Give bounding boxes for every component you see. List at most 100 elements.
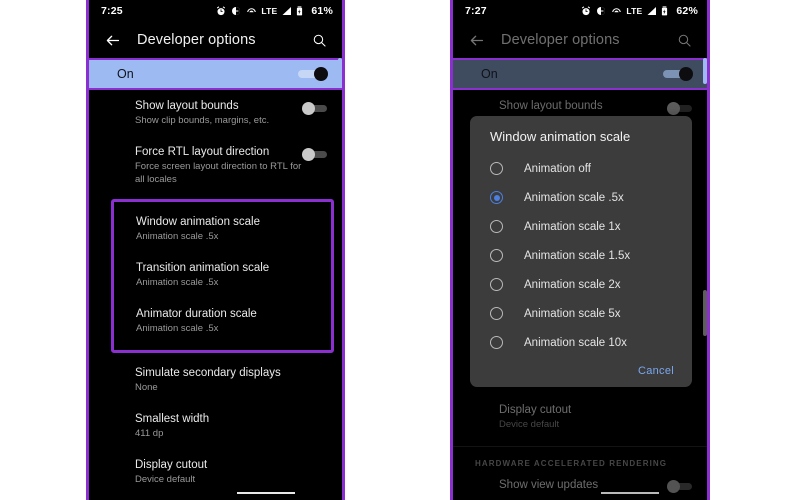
list-item-title: Simulate secondary displays [135,367,281,379]
radio-option-label: Animation scale 2x [524,278,621,291]
radio-button-icon[interactable] [490,336,503,349]
app-bar: Developer options [89,22,342,58]
signal-icon [281,6,292,17]
settings-list: Show layout bounds Show clip bounds, mar… [89,90,342,500]
master-toggle-label: On [481,67,498,81]
toggle-switch[interactable] [667,480,693,493]
battery-percent: 62% [676,5,698,17]
status-bar-time: 7:27 [465,5,487,17]
dialog-title: Window animation scale [490,129,631,144]
list-item-title: Window animation scale [136,216,261,228]
scrollbar-thumb[interactable] [703,58,707,84]
lte-label: LTE [261,6,278,16]
cancel-button[interactable]: Cancel [638,365,674,377]
vibrate-icon [611,6,622,17]
radio-option-animation-scale-5x[interactable]: Animation scale 5x [470,299,692,328]
list-item[interactable]: Smallest width 411 dp [89,403,342,449]
radio-option-label: Animation off [524,162,591,175]
list-item-title: Display cutout [135,459,208,471]
list-item-subtitle: 411 dp [135,428,164,439]
app-bar: Developer options [453,22,707,58]
radio-option-label: Animation scale 10x [524,336,627,349]
list-item[interactable]: Display cutout Device default [89,449,342,495]
battery-saver-icon [661,5,672,17]
scrollbar-track-segment[interactable] [703,290,707,336]
list-item[interactable]: Transition animation scale Animation sca… [114,252,331,298]
screenshot-stage: 7:25 LTE 61% Developer options On Show l… [0,0,800,500]
search-icon[interactable] [306,27,332,53]
developer-options-master-toggle-row[interactable]: On [89,58,342,90]
section-header: HARDWARE ACCELERATED RENDERING [475,459,668,468]
list-item-subtitle: Animation scale .5x [136,277,219,288]
radio-button-icon[interactable] [490,249,503,262]
radio-option-animation-scale-1-5x[interactable]: Animation scale 1.5x [470,241,692,270]
radio-option-animation-scale-2x[interactable]: Animation scale 2x [470,270,692,299]
list-item[interactable]: Window animation scale Animation scale .… [114,206,331,252]
right-phone-screenshot: 7:27 LTE 62% Developer options On Show l… [450,0,710,500]
master-toggle-switch[interactable] [663,67,693,81]
left-phone-screenshot: 7:25 LTE 61% Developer options On Show l… [86,0,345,500]
annotation-strikethrough [237,492,295,494]
list-item-subtitle: None [135,382,158,393]
radio-option-animation-off[interactable]: Animation off [470,154,692,183]
status-bar: 7:27 LTE 62% [453,0,707,22]
developer-options-master-toggle-row[interactable]: On [453,58,707,90]
back-arrow-icon[interactable] [463,27,489,53]
dnd-icon [596,6,607,17]
back-arrow-icon[interactable] [99,27,125,53]
list-item-title: Display cutout [499,404,572,416]
battery-percent: 61% [311,5,333,17]
radio-option-animation-scale-0-5x[interactable]: Animation scale .5x [470,183,692,212]
list-item-subtitle: Device default [135,474,196,485]
status-bar: 7:25 LTE 61% [89,0,342,22]
battery-saver-icon [296,5,307,17]
list-item-title: Show layout bounds [135,100,239,112]
radio-option-label: Animation scale .5x [524,191,624,204]
list-item-title: Transition animation scale [136,262,270,274]
list-item[interactable]: Display cutout Device default [453,394,707,440]
animation-scale-highlight-box: Window animation scale Animation scale .… [111,199,334,353]
radio-option-animation-scale-1x[interactable]: Animation scale 1x [470,212,692,241]
search-icon[interactable] [671,27,697,53]
list-item-subtitle: Animation scale .5x [136,323,219,334]
page-title: Developer options [137,32,256,48]
list-item-title: Force RTL layout direction [135,146,270,158]
list-item[interactable]: Force RTL layout direction Force screen … [89,136,342,195]
window-animation-scale-dialog: Window animation scale Animation off Ani… [470,116,692,387]
lte-label: LTE [626,6,643,16]
master-toggle-label: On [117,67,134,81]
list-item-title: Show view updates [499,479,599,491]
radio-button-icon[interactable] [490,162,503,175]
list-item-title: Animator duration scale [136,308,257,320]
toggle-switch[interactable] [302,102,328,115]
annotation-strikethrough [601,492,659,494]
radio-option-label: Animation scale 1.5x [524,249,631,262]
list-item[interactable]: Show view updates [453,474,707,500]
radio-option-label: Animation scale 5x [524,307,621,320]
radio-option-animation-scale-10x[interactable]: Animation scale 10x [470,328,692,357]
list-item[interactable]: Simulate secondary displays None [89,357,342,403]
radio-button-icon[interactable] [490,220,503,233]
radio-button-icon[interactable] [490,307,503,320]
master-toggle-switch[interactable] [298,67,328,81]
list-item-subtitle: Show clip bounds, margins, etc. [135,115,270,126]
radio-button-selected-icon[interactable] [490,191,503,204]
list-item[interactable]: Show layout bounds Show clip bounds, mar… [89,90,342,136]
alarm-icon [581,5,592,17]
page-title: Developer options [501,32,620,48]
radio-option-label: Animation scale 1x [524,220,621,233]
vibrate-icon [246,6,257,17]
list-item[interactable]: Animator duration scale Animation scale … [114,298,331,344]
toggle-switch[interactable] [302,148,328,161]
dnd-icon [231,6,242,17]
radio-button-icon[interactable] [490,278,503,291]
dialog-actions: Cancel [470,357,692,381]
list-item-title: Smallest width [135,413,210,425]
signal-icon [646,6,657,17]
list-item-subtitle: Animation scale .5x [136,231,219,242]
scrollbar-thumb[interactable] [338,58,342,84]
list-item-title: Show layout bounds [499,100,603,112]
list-item-subtitle: Force screen layout direction to RTL for… [135,161,302,185]
status-bar-time: 7:25 [101,5,123,17]
toggle-switch[interactable] [667,102,693,115]
